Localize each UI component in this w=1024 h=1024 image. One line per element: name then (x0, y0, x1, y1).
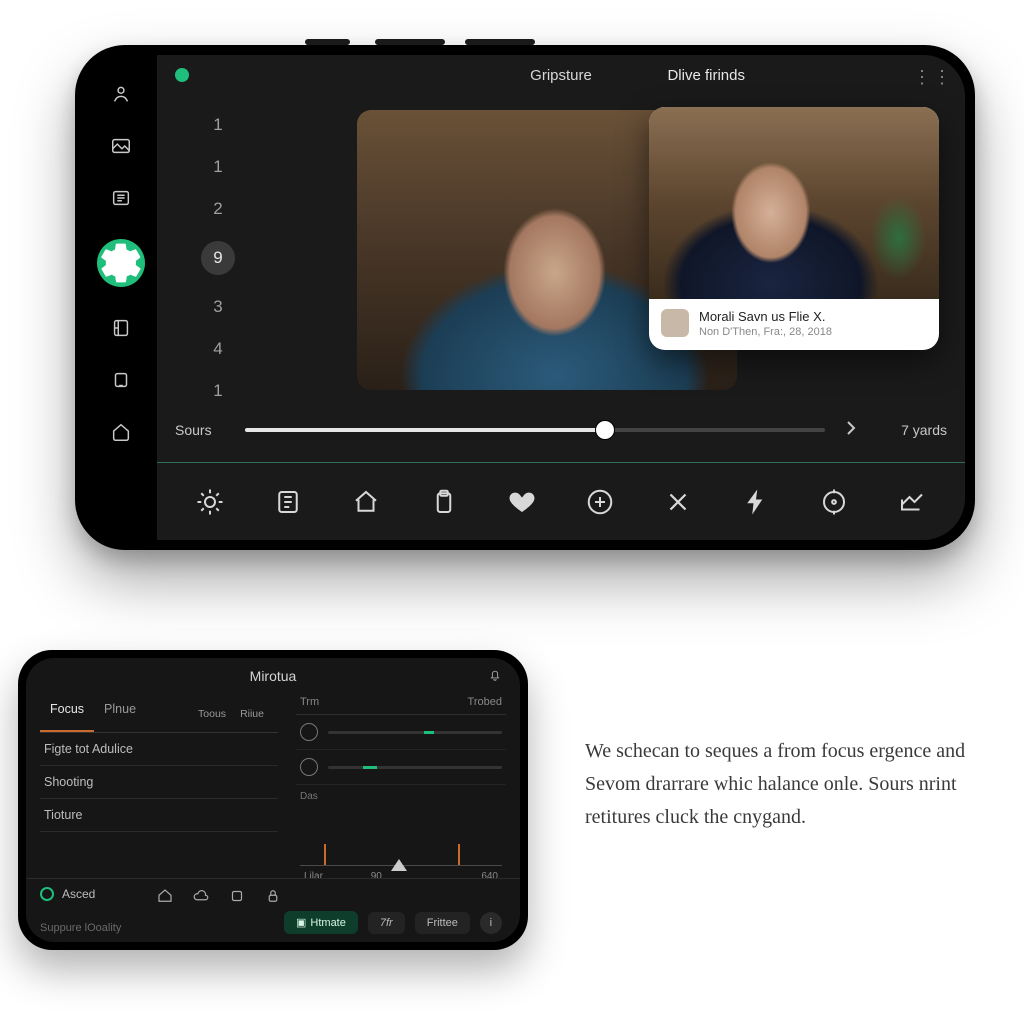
rp-head-left: Trm (300, 696, 319, 708)
option-row[interactable]: Shooting (40, 766, 278, 799)
library-icon[interactable] (110, 317, 132, 339)
lock-icon[interactable] (264, 887, 282, 905)
chip-tertiary[interactable]: Frittee (415, 912, 470, 934)
histo-label: Das (296, 785, 506, 802)
avatar (661, 309, 689, 337)
capture-label: Gripsture (530, 67, 592, 84)
record-indicator (175, 68, 189, 82)
histogram[interactable]: 90 Lilar 640 (300, 810, 502, 880)
asced-label: Asced (62, 887, 95, 901)
slider-track[interactable] (245, 428, 825, 432)
num-option[interactable]: 4 (201, 339, 235, 359)
num-option-active[interactable]: 9 (201, 241, 235, 275)
notes-icon[interactable] (273, 487, 303, 517)
secondary-title: Mirotua (250, 668, 297, 684)
option-row[interactable]: Figte tot Adulice (40, 733, 278, 766)
close-x-icon[interactable] (663, 487, 693, 517)
settings-column: Focus Plnue Toous Riiue Figte tot Adulic… (40, 696, 278, 832)
topbar: Gripsture Dlive firinds ⋮⋮ (157, 55, 965, 95)
list-icon[interactable] (110, 187, 132, 209)
share-icon[interactable] (897, 487, 927, 517)
chip-secondary[interactable]: 7fr (368, 912, 405, 934)
chip-primary[interactable]: ▣ Htmate (284, 911, 358, 934)
slider-row: Sours 7 yards (175, 407, 947, 453)
sun-settings-icon[interactable] (195, 487, 225, 517)
bell-icon[interactable] (488, 668, 502, 685)
card-subtitle: Non D'Then, Fra:, 28, 2018 (699, 326, 832, 338)
slider-value: 7 yards (877, 422, 947, 438)
plus-circle-icon[interactable] (585, 487, 615, 517)
sidebar (85, 55, 157, 540)
cloud-icon[interactable] (192, 887, 210, 905)
support-label: Suppure lOoality (40, 922, 121, 934)
settings-button[interactable] (97, 239, 145, 287)
clock-icon (300, 723, 318, 741)
status-dot-icon (40, 887, 54, 901)
image-icon[interactable] (110, 135, 132, 157)
heart-icon[interactable] (507, 487, 537, 517)
mini-slider[interactable] (328, 731, 502, 734)
param-row[interactable] (296, 715, 506, 750)
tab-secondary[interactable]: Plnue (94, 696, 146, 732)
num-option[interactable]: 3 (201, 297, 235, 317)
param-row[interactable] (296, 750, 506, 785)
device-icon[interactable] (110, 369, 132, 391)
target-icon[interactable] (819, 487, 849, 517)
phone-secondary-frame: Mirotua Focus Plnue Toous Riiue Figte to… (18, 650, 528, 950)
secondary-bottom: Asced Suppure lOoality ▣ Htmate 7fr Frit… (26, 878, 520, 942)
slider-next[interactable] (839, 416, 863, 445)
profile-icon[interactable] (110, 83, 132, 105)
more-icon[interactable]: ⋮⋮ (913, 67, 953, 88)
slider-label: Sours (175, 422, 231, 438)
live-card[interactable]: Morali Savn us Flie X. Non D'Then, Fra:,… (649, 107, 939, 350)
histo-marker-right[interactable] (458, 844, 460, 866)
num-option[interactable]: 1 (201, 115, 235, 135)
square-icon[interactable] (228, 887, 246, 905)
secondary-screen: Mirotua Focus Plnue Toous Riiue Figte to… (26, 658, 520, 942)
num-option[interactable]: 1 (201, 381, 235, 401)
card-title: Morali Savn us Flie X. (699, 309, 832, 324)
home-small-icon[interactable] (156, 887, 174, 905)
rp-head-right: Trobed (468, 696, 502, 708)
settings-tabs: Focus Plnue Toous Riiue (40, 696, 278, 733)
toolbar (157, 462, 965, 540)
aperture-icon (300, 758, 318, 776)
flash-icon[interactable] (741, 487, 771, 517)
option-row[interactable]: Tioture (40, 799, 278, 832)
num-option[interactable]: 2 (201, 199, 235, 219)
histo-cursor[interactable] (391, 859, 407, 871)
caption-text: We schecan to seques a from focus ergenc… (585, 735, 985, 834)
clipboard-icon[interactable] (429, 487, 459, 517)
histo-marker-left[interactable] (324, 844, 326, 866)
mini-tab-2[interactable]: Riiue (236, 702, 268, 726)
panel-label: Dlive firinds (667, 67, 745, 84)
sec-icon-row (156, 887, 282, 905)
mini-tab-1[interactable]: Toous (194, 702, 230, 726)
tab-focus[interactable]: Focus (40, 696, 94, 732)
slider-thumb[interactable] (596, 421, 614, 439)
main-content: Gripsture Dlive firinds ⋮⋮ 1 1 2 9 3 4 1 (157, 55, 965, 540)
card-body: Morali Savn us Flie X. Non D'Then, Fra:,… (649, 299, 939, 350)
right-panel-header: Trm Trobed (296, 696, 506, 715)
main-screen: Gripsture Dlive firinds ⋮⋮ 1 1 2 9 3 4 1 (85, 55, 965, 540)
right-panel: Trm Trobed Das 90 Lilar 640 (296, 696, 506, 880)
chip-info[interactable]: i (480, 912, 502, 934)
home-icon[interactable] (110, 421, 132, 443)
number-picker[interactable]: 1 1 2 9 3 4 1 (201, 115, 235, 401)
card-image (649, 107, 939, 299)
asced-row[interactable]: Asced (40, 887, 95, 901)
num-option[interactable]: 1 (201, 157, 235, 177)
mini-slider[interactable] (328, 766, 502, 769)
phone-main-frame: Gripsture Dlive firinds ⋮⋮ 1 1 2 9 3 4 1 (75, 45, 975, 550)
chip-row: ▣ Htmate 7fr Frittee i (284, 911, 502, 934)
home-alt-icon[interactable] (351, 487, 381, 517)
